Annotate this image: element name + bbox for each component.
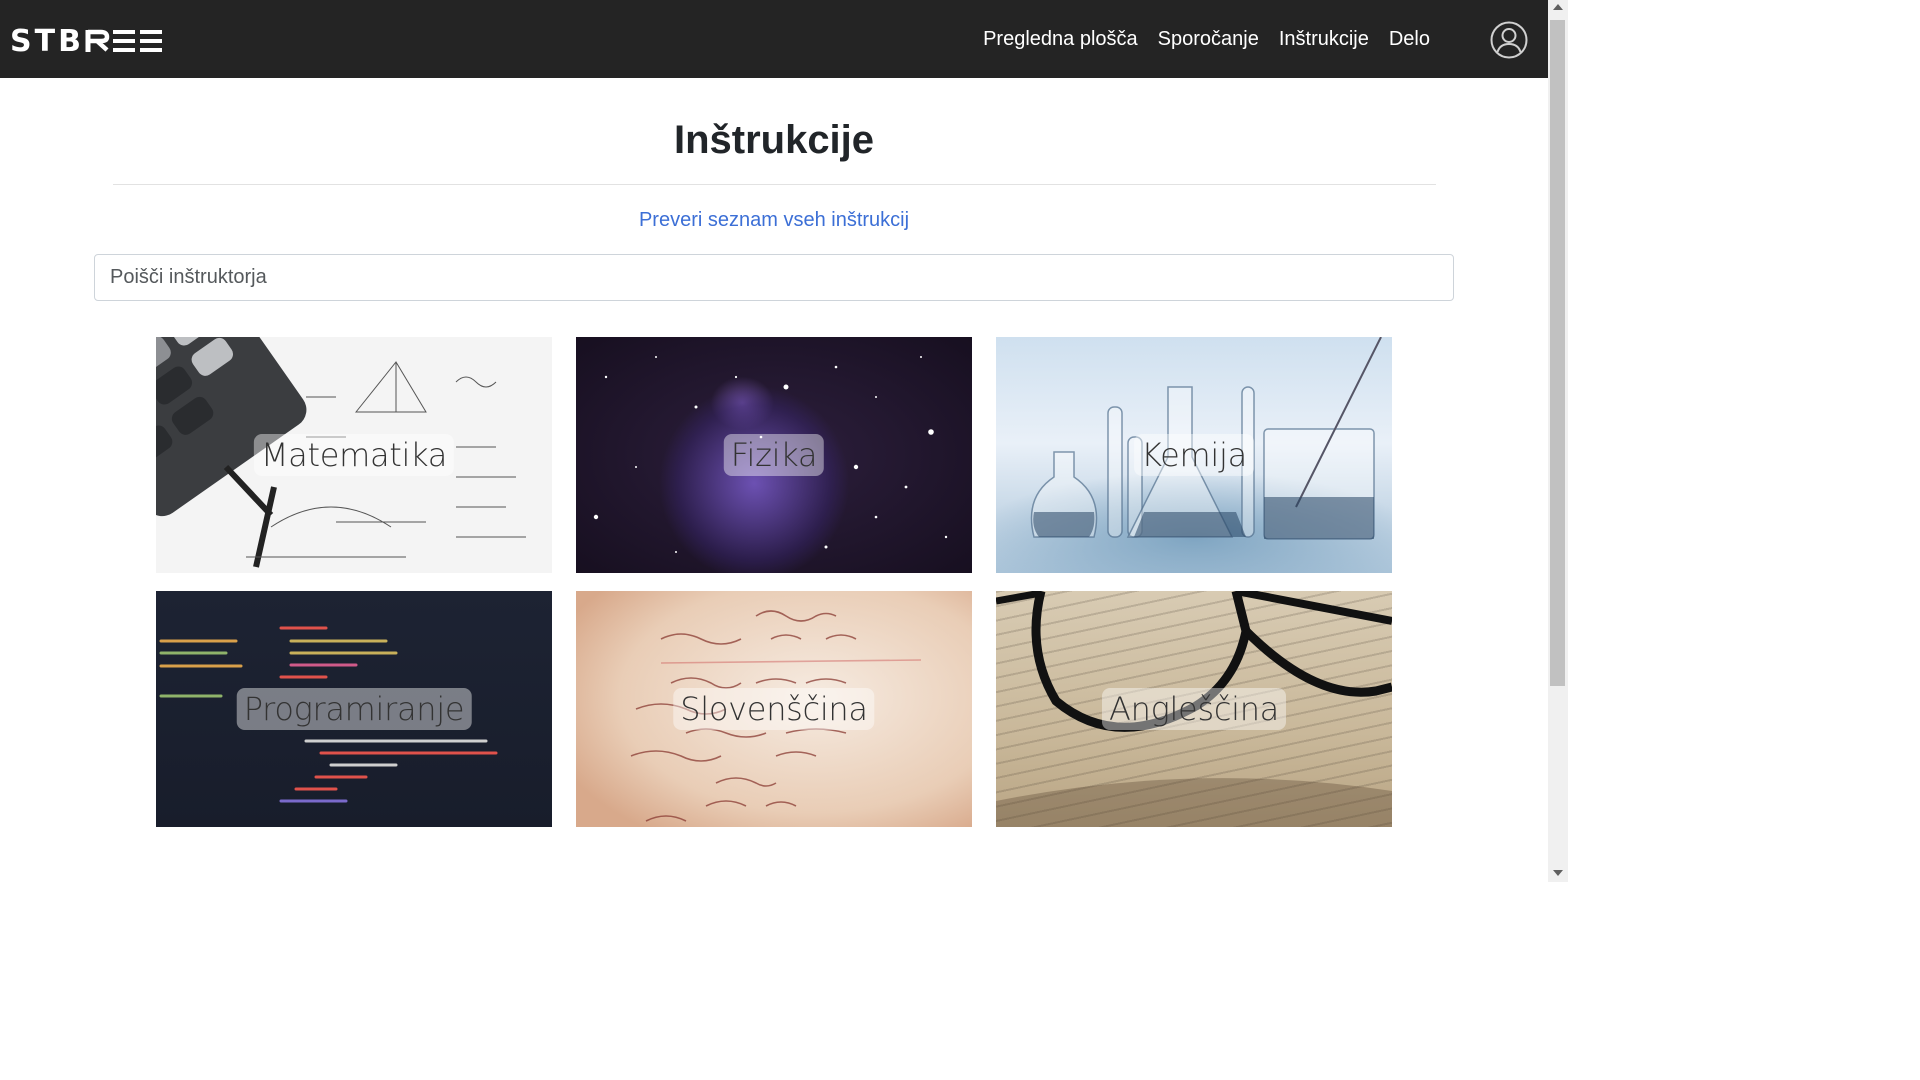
nav-link-instrukcije[interactable]: Inštrukcije (1279, 28, 1369, 51)
brand-logo[interactable]: STB (10, 23, 164, 59)
user-circle-icon[interactable] (1490, 21, 1528, 59)
brand-logo-e-marks (112, 30, 162, 52)
subject-card-anglescina[interactable]: Angleščina (996, 591, 1392, 827)
brand-logo-r-mark (85, 29, 110, 52)
scrollbar-thumb[interactable] (1550, 20, 1565, 686)
subject-card-slovenscina[interactable]: Slovenščina (576, 591, 972, 827)
scroll-down-arrow-icon[interactable] (1553, 870, 1563, 876)
subject-label: Slovenščina (673, 688, 875, 730)
scroll-up-arrow-icon[interactable] (1553, 4, 1563, 10)
main-nav: Pregledna plošča Sporočanje Inštrukcije … (983, 0, 1430, 78)
instructor-search-input[interactable] (94, 254, 1454, 301)
top-navbar: STB Pregledna plošča Sporočanje Inštrukc… (0, 0, 1548, 78)
subject-label: Angleščina (1101, 688, 1287, 730)
nav-link-delo[interactable]: Delo (1389, 28, 1430, 51)
nav-link-pregledna-plosca[interactable]: Pregledna plošča (983, 28, 1138, 51)
brand-logo-text: STB (10, 23, 84, 59)
subject-label: Matematika (253, 434, 455, 476)
nav-link-sporocanje[interactable]: Sporočanje (1158, 28, 1259, 51)
subject-card-fizika[interactable]: Fizika (576, 337, 972, 573)
subject-card-kemija[interactable]: Kemija (996, 337, 1392, 573)
subject-card-programiranje[interactable]: Programiranje (156, 591, 552, 827)
subject-label: Kemija (1134, 434, 1254, 476)
page-title: Inštrukcije (673, 118, 875, 162)
subject-card-matematika[interactable]: Matematika (156, 337, 552, 573)
subject-label: Fizika (723, 434, 825, 476)
title-divider (113, 184, 1436, 185)
vertical-scrollbar[interactable] (1548, 0, 1568, 882)
all-instructions-link[interactable]: Preveri seznam vseh inštrukcij (0, 209, 1548, 232)
subject-label: Programiranje (236, 688, 472, 730)
